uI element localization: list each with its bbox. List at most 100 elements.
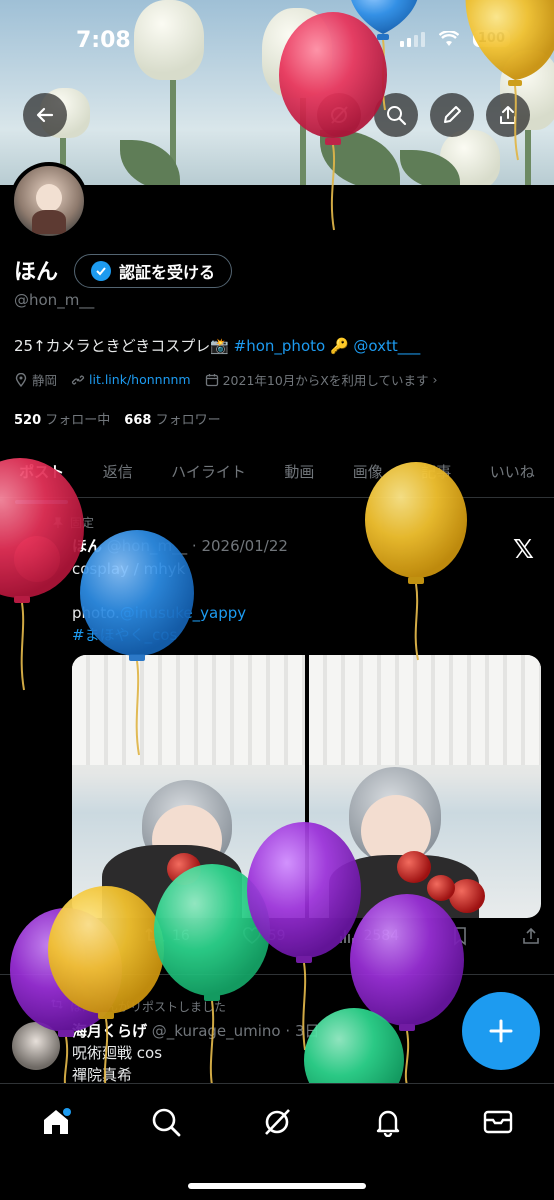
link-icon — [71, 374, 85, 385]
bio-mention[interactable]: @oxtt___ — [353, 337, 420, 355]
joined-text: 2021年10月からXを利用しています — [222, 373, 429, 388]
bookmark-icon — [454, 927, 466, 946]
arrow-left-icon — [36, 107, 54, 123]
grok-button[interactable] — [317, 93, 361, 137]
x-logo-icon: 𝕏 — [513, 535, 534, 565]
share-icon — [523, 927, 539, 944]
plus-icon — [489, 1019, 513, 1043]
profile-avatar[interactable] — [10, 162, 88, 240]
tab-media[interactable]: 画像 — [349, 453, 387, 490]
wifi-icon — [438, 30, 459, 46]
following-label: フォロー中 — [45, 413, 111, 428]
search-icon — [387, 106, 407, 126]
post-line-1: cosplay / mhyk — [72, 560, 186, 578]
post-media[interactable] — [72, 655, 541, 918]
post-line-2-prefix: photo. — [72, 604, 120, 622]
website-item[interactable]: lit.link/honnnnm — [71, 372, 191, 387]
bio-key: 🔑 — [325, 337, 354, 355]
status-time: 7:08 — [76, 28, 131, 53]
pencil-icon — [444, 106, 461, 123]
joined-item[interactable]: 2021年10月からXを利用しています › — [205, 370, 438, 389]
edit-button[interactable] — [430, 93, 474, 137]
compose-post-button[interactable] — [462, 992, 540, 1070]
post-mention[interactable]: @inusuke_yappy — [120, 604, 246, 622]
bio-hashtag[interactable]: #hon_photo — [234, 337, 326, 355]
post-body: cosplay / mhyk photo.@inusuke_yappy #まほや… — [72, 558, 246, 646]
balloon-purple-right — [350, 894, 464, 1086]
profile-meta: 静岡 lit.link/honnnnm 2021年10月からXを利用しています … — [14, 370, 438, 389]
nav-home[interactable] — [38, 1104, 74, 1140]
post-header: ほん @hon_m__ · 2026/01/22 — [72, 535, 288, 556]
tab-posts[interactable]: ポスト — [15, 453, 69, 504]
status-icons: 100 — [399, 30, 510, 47]
repost-note-text: ほんさんがリポストしました — [70, 1000, 227, 1014]
profile-bio: 25↑カメラときどきコスプレ📸 #hon_photo 🔑 @oxtt___ — [14, 335, 420, 356]
followers-label: フォロワー — [155, 413, 221, 428]
following-stat[interactable]: 520 フォロー中 — [14, 409, 110, 428]
post2-line-1: 呪術廻戦 cos — [72, 1044, 163, 1062]
tab-articles[interactable]: 記事 — [417, 453, 455, 490]
location-item: 静岡 — [14, 370, 57, 389]
views-icon — [340, 930, 355, 943]
calendar-icon — [205, 373, 218, 386]
following-count: 520 — [14, 413, 42, 428]
nav-notifications[interactable] — [370, 1104, 406, 1140]
home-indicator — [188, 1183, 366, 1189]
grok-icon — [331, 106, 348, 124]
post2-author-avatar[interactable] — [12, 1022, 60, 1070]
post-author-avatar[interactable] — [14, 536, 60, 582]
like-count: 59 — [267, 928, 286, 944]
location-pin-icon — [15, 372, 27, 387]
post2-time[interactable]: 3日 — [295, 1022, 320, 1040]
post-hashtag[interactable]: #まほやく_cos — [72, 624, 246, 646]
search-button[interactable] — [374, 93, 418, 137]
repost-count: 16 — [171, 928, 190, 944]
search-icon — [152, 1108, 181, 1137]
post2-author-handle[interactable]: @_kurage_umino — [152, 1022, 281, 1040]
profile-handle: @hon_m__ — [14, 291, 95, 309]
repost-icon — [145, 928, 165, 944]
get-verified-button[interactable]: 認証を受ける — [74, 254, 233, 288]
chevron-right-icon: › — [432, 372, 438, 387]
post-author-handle[interactable]: @hon_m__ — [107, 537, 187, 555]
tab-likes[interactable]: いいね — [486, 453, 539, 490]
nav-grok[interactable] — [259, 1104, 295, 1140]
views-button[interactable]: 2584 — [337, 926, 399, 946]
post-date[interactable]: 2026/01/22 — [201, 537, 287, 555]
post-divider — [0, 974, 554, 975]
post2-body: 呪術廻戦 cos 禪院真希 — [72, 1042, 162, 1086]
pinned-label: 固定 — [70, 516, 95, 530]
like-button[interactable]: 59 — [242, 926, 286, 946]
back-button[interactable] — [23, 93, 67, 137]
tab-highlights[interactable]: ハイライト — [167, 453, 250, 490]
post-image-2[interactable] — [308, 655, 541, 918]
verified-check-icon — [91, 261, 111, 281]
mail-icon — [483, 1110, 513, 1134]
get-verified-label: 認証を受ける — [119, 263, 216, 282]
pin-icon — [53, 516, 63, 528]
repost-icon — [51, 999, 63, 1009]
bookmark-button[interactable] — [451, 926, 469, 946]
post-image-1[interactable] — [72, 655, 305, 918]
share-post-button[interactable] — [521, 926, 541, 946]
battery-indicator: 100 — [472, 30, 510, 47]
website-link[interactable]: lit.link/honnnnm — [89, 372, 191, 387]
location-text: 静岡 — [32, 373, 58, 388]
reply-button[interactable] — [72, 926, 92, 946]
nav-search[interactable] — [148, 1104, 184, 1140]
grok-icon — [265, 1109, 290, 1135]
tab-replies[interactable]: 返信 — [99, 453, 137, 490]
post-author-name[interactable]: ほん — [72, 537, 102, 555]
followers-stat[interactable]: 668 フォロワー — [124, 409, 220, 428]
post2-header: 海月くらげ @_kurage_umino · 3日 — [72, 1020, 320, 1041]
tab-videos[interactable]: 動画 — [280, 453, 318, 490]
profile-name: ほん — [14, 260, 59, 285]
followers-count: 668 — [124, 413, 152, 428]
repost-button[interactable]: 16 — [144, 926, 190, 946]
post2-author-name[interactable]: 海月くらげ — [72, 1022, 147, 1040]
share-button[interactable] — [486, 93, 530, 137]
heart-icon — [242, 927, 261, 944]
profile-tabs: ポスト 返信 ハイライト 動画 画像 記事 いいね — [0, 446, 554, 504]
nav-messages[interactable] — [480, 1104, 516, 1140]
share-icon — [500, 106, 516, 124]
